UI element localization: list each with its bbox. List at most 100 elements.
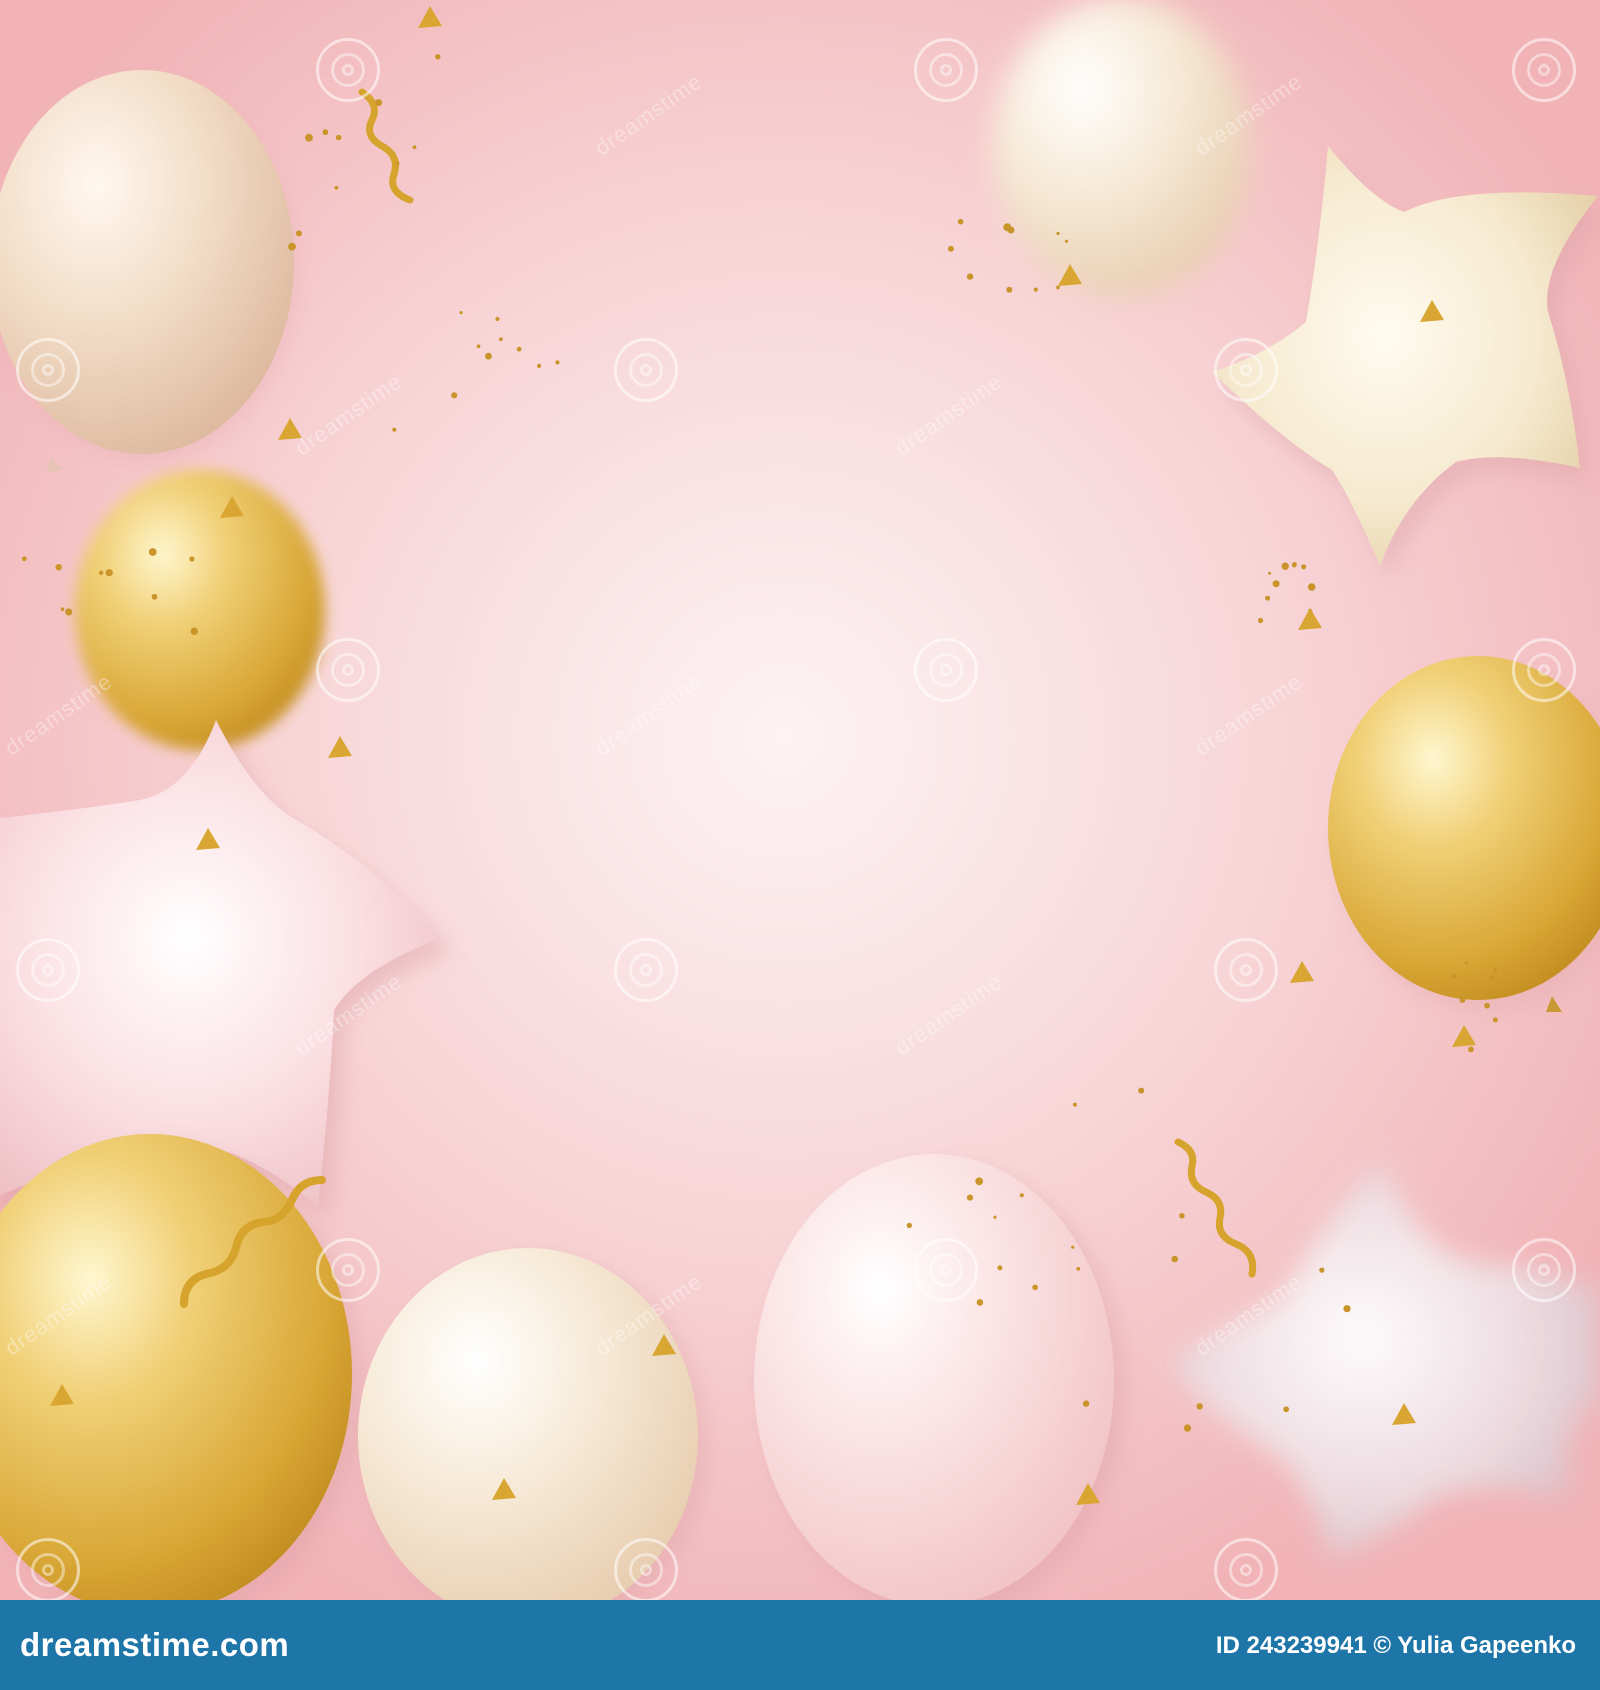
- confetti-dot: [1489, 975, 1494, 981]
- confetti-dot: [1307, 583, 1316, 591]
- confetti-dot: [305, 133, 313, 142]
- confetti-dot: [1468, 1046, 1474, 1053]
- copyright-symbol: ©: [1373, 1632, 1392, 1659]
- confetti-dot: [1272, 580, 1280, 588]
- spiral-watermark-icon: [316, 638, 380, 702]
- spiral-watermark-icon: [614, 1538, 678, 1600]
- spiral-watermark-icon: [614, 338, 678, 402]
- spiral-watermark-icon: [316, 38, 380, 102]
- confetti-dot: [1484, 1002, 1490, 1009]
- balloons-illustration: [0, 0, 1600, 1600]
- image-canvas: dreamstime dreamstime dreamstime dreamstime…: [0, 0, 1600, 1600]
- spiral-watermark-icon: [16, 938, 80, 1002]
- spiral-watermark-icon: [316, 1238, 380, 1302]
- confetti-dot: [288, 242, 296, 251]
- confetti-dot: [1064, 239, 1069, 243]
- spiral-watermark-icon: [914, 638, 978, 702]
- confetti-dot: [21, 556, 27, 562]
- confetti-dot: [1451, 973, 1458, 979]
- confetti-dot: [105, 569, 113, 577]
- dreamstime-brand-label[interactable]: dreamstime.com: [20, 1626, 289, 1664]
- confetti-dot: [1019, 1193, 1024, 1198]
- image-id: ID 243239941: [1215, 1632, 1367, 1659]
- confetti-dot: [98, 570, 104, 575]
- confetti-dot: [947, 245, 954, 252]
- confetti-dot: [1076, 1266, 1081, 1271]
- confetti-dot: [993, 1215, 997, 1219]
- confetti-dot: [1268, 571, 1272, 575]
- confetti-dot: [335, 134, 342, 141]
- confetti-dot: [1319, 1267, 1325, 1273]
- confetti-dot: [1183, 1424, 1192, 1432]
- confetti-dot: [1056, 231, 1060, 236]
- confetti-dot: [1265, 595, 1271, 601]
- spiral-watermark-icon: [1512, 38, 1576, 102]
- confetti-dot: [1492, 1017, 1498, 1023]
- spiral-watermark-icon: [1512, 638, 1576, 702]
- confetti-dot: [485, 352, 492, 360]
- confetti-dot: [966, 273, 974, 280]
- image-credit: ID 243239941 © Yulia Gapeenko: [1216, 1632, 1576, 1660]
- confetti-dot: [495, 316, 500, 322]
- confetti-dot: [1343, 1305, 1351, 1313]
- confetti-dot: [1056, 285, 1060, 290]
- confetti-dot: [151, 593, 158, 600]
- spiral-watermark-icon: [1214, 1538, 1278, 1600]
- confetti-dot: [1492, 968, 1498, 973]
- confetti-dot: [1072, 1102, 1077, 1107]
- balloon-gold-blurred-left: [75, 470, 325, 750]
- confetti-dot: [295, 230, 302, 237]
- spiral-watermark-icon: [914, 38, 978, 102]
- confetti-dot: [1459, 997, 1463, 1001]
- confetti-dot: [1258, 617, 1264, 624]
- confetti-dot: [499, 337, 503, 342]
- confetti-dot: [1179, 1213, 1185, 1219]
- confetti-dot: [1138, 1087, 1145, 1094]
- confetti-dot: [148, 548, 157, 556]
- confetti-dot: [1301, 564, 1307, 570]
- confetti-dot: [1171, 1255, 1178, 1263]
- confetti-dot: [957, 218, 964, 225]
- confetti-dot: [334, 185, 339, 190]
- confetti-dot: [1291, 562, 1297, 568]
- confetti-dot: [1033, 287, 1038, 292]
- confetti-dot: [1281, 562, 1289, 570]
- spiral-watermark-icon: [614, 938, 678, 1002]
- confetti-dot: [392, 427, 397, 432]
- confetti-dot: [1082, 1400, 1090, 1407]
- confetti-dot: [476, 344, 481, 349]
- confetti-dot: [906, 1222, 912, 1229]
- confetti-dot: [537, 363, 542, 368]
- spiral-watermark-icon: [1214, 938, 1278, 1002]
- confetti-dot: [322, 129, 329, 136]
- confetti-dot: [459, 311, 463, 315]
- confetti-dot: [65, 608, 73, 616]
- confetti-dot: [451, 392, 458, 399]
- confetti-dot: [966, 1194, 974, 1201]
- credit-bar: dreamstime.com ID 243239941 © Yulia Gape…: [0, 1600, 1600, 1690]
- confetti-dot: [516, 346, 522, 352]
- confetti-dot: [1071, 1245, 1075, 1249]
- spiral-watermark-icon: [1512, 1238, 1576, 1302]
- confetti-dot: [1283, 1406, 1290, 1413]
- confetti-dot: [555, 360, 560, 365]
- confetti-dot: [975, 1177, 984, 1186]
- author-name: Yulia Gapeenko: [1397, 1632, 1576, 1659]
- confetti-dot: [60, 607, 65, 611]
- confetti-dot: [997, 1265, 1003, 1271]
- confetti-dot: [375, 99, 383, 107]
- confetti-dot: [1464, 961, 1469, 965]
- confetti-dot: [1032, 1284, 1038, 1291]
- confetti-dot: [395, 161, 400, 166]
- confetti-dot: [412, 145, 417, 150]
- confetti-dot: [189, 556, 195, 562]
- confetti-dot: [1196, 1403, 1203, 1410]
- confetti-dot: [435, 54, 441, 60]
- confetti-dot: [1006, 286, 1013, 293]
- confetti-dot: [55, 564, 62, 571]
- spiral-watermark-icon: [1214, 338, 1278, 402]
- spiral-watermark-icon: [16, 338, 80, 402]
- confetti-dot: [190, 627, 198, 635]
- confetti-dot: [1007, 226, 1015, 234]
- confetti-dot: [976, 1299, 984, 1306]
